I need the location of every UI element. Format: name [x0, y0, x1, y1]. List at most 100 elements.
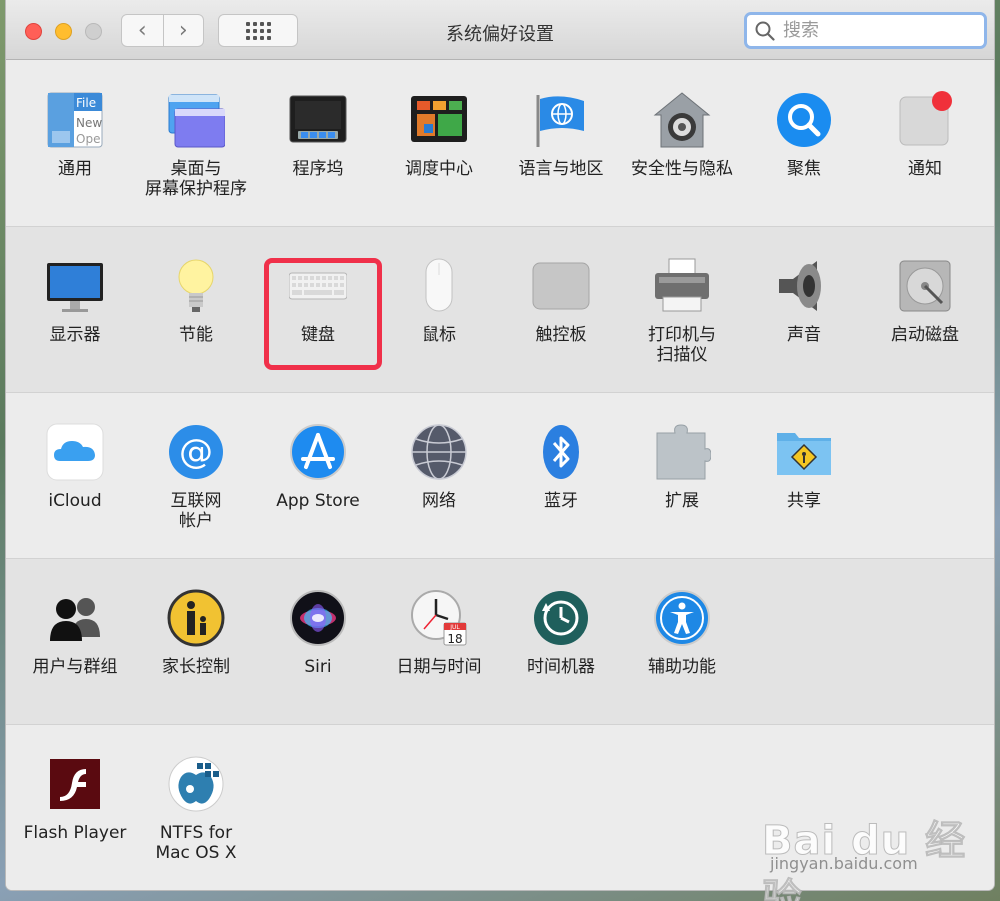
pane-flash-player[interactable]: Flash Player	[15, 755, 135, 843]
lightbulb-icon	[167, 257, 225, 315]
keyboard-highlight-box	[264, 258, 382, 370]
mouse-icon	[410, 257, 468, 315]
pane-label: 语言与地区	[518, 159, 604, 179]
pane-label: 网络	[422, 491, 456, 511]
pane-label: 日期与时间	[396, 657, 482, 677]
pane-sound[interactable]: 声音	[744, 257, 864, 345]
pane-label: 鼠标	[422, 325, 456, 345]
pane-label: 家长控制	[162, 657, 230, 677]
pane-date-time[interactable]: JUL 18 日期与时间	[379, 589, 499, 677]
pane-siri[interactable]: Siri	[258, 589, 378, 677]
baidu-watermark: Bai du 经验 jingyan.baidu.com	[762, 790, 992, 901]
pane-label: 桌面与 屏幕保护程序	[145, 159, 247, 199]
pane-parental-controls[interactable]: 家长控制	[136, 589, 256, 677]
pane-label: 显示器	[49, 325, 101, 345]
flag-globe-icon	[532, 91, 590, 149]
mission-control-icon	[410, 91, 468, 149]
trackpad-icon	[532, 257, 590, 315]
pane-label: 聚焦	[787, 159, 821, 179]
pane-language-region[interactable]: 语言与地区	[501, 91, 621, 179]
hardware-section: 显示器 节能 键盘 鼠标 触控板 打印机与 扫描仪 声音 启动磁盘	[6, 227, 994, 393]
pane-label: 程序坞	[292, 159, 344, 179]
pane-icloud[interactable]: iCloud	[15, 423, 135, 511]
pane-trackpad[interactable]: 触控板	[501, 257, 621, 345]
svg-text:18: 18	[447, 632, 462, 646]
pane-label: 通用	[58, 159, 92, 179]
pane-label: 时间机器	[527, 657, 595, 677]
speaker-icon	[775, 257, 833, 315]
pane-startup-disk[interactable]: 启动磁盘	[865, 257, 985, 345]
pane-label: 节能	[179, 325, 213, 345]
dock-icon	[289, 91, 347, 149]
pane-internet-accounts[interactable]: @ 互联网 帐户	[136, 423, 256, 531]
bluetooth-icon	[532, 423, 590, 481]
pane-sharing[interactable]: 共享	[744, 423, 864, 511]
pane-bluetooth[interactable]: 蓝牙	[501, 423, 621, 511]
pane-spotlight[interactable]: 聚焦	[744, 91, 864, 179]
spotlight-icon	[775, 91, 833, 149]
pane-label: Siri	[304, 657, 332, 677]
pane-dock[interactable]: 程序坞	[258, 91, 378, 179]
pane-network[interactable]: 网络	[379, 423, 499, 511]
pane-label: iCloud	[48, 491, 102, 511]
pane-label: App Store	[276, 491, 360, 511]
ntfs-apple-icon	[167, 755, 225, 813]
users-icon	[46, 589, 104, 647]
pane-displays[interactable]: 显示器	[15, 257, 135, 345]
desktop-screensaver-icon	[167, 91, 225, 149]
svg-text:File: File	[76, 96, 96, 110]
watermark-url: jingyan.baidu.com	[770, 854, 918, 873]
accessibility-icon	[653, 589, 711, 647]
title-bar: ‹ › 系统偏好设置	[6, 0, 994, 60]
flash-player-icon	[46, 755, 104, 813]
pane-accessibility[interactable]: 辅助功能	[622, 589, 742, 677]
pane-label: 互联网 帐户	[170, 491, 222, 531]
sharing-folder-icon	[775, 423, 833, 481]
system-section: 用户与群组 家长控制 Siri JUL 18 日期与时间 时间机器 辅助功能	[6, 559, 994, 725]
pane-label: 安全性与隐私	[631, 159, 733, 179]
pane-security-privacy[interactable]: 安全性与隐私	[622, 91, 742, 179]
personal-section: File New Ope 通用 桌面与 屏幕保护程序 程序坞 调度中心 语言与地…	[6, 61, 994, 227]
pane-mouse[interactable]: 鼠标	[379, 257, 499, 345]
icloud-icon	[46, 423, 104, 481]
notifications-icon	[896, 91, 954, 149]
pane-label: 共享	[787, 491, 821, 511]
pane-ntfs-for-mac[interactable]: NTFS for Mac OS X	[136, 755, 256, 863]
pane-label: 触控板	[535, 325, 587, 345]
puzzle-piece-icon	[653, 423, 711, 481]
svg-text:@: @	[179, 432, 213, 472]
pane-label: 打印机与 扫描仪	[648, 325, 716, 365]
at-sign-icon: @	[167, 423, 225, 481]
pane-extensions[interactable]: 扩展	[622, 423, 742, 511]
svg-text:New: New	[76, 116, 102, 130]
svg-text:JUL: JUL	[449, 624, 460, 631]
pane-notifications[interactable]: 通知	[865, 91, 985, 179]
globe-network-icon	[410, 423, 468, 481]
pane-label: 蓝牙	[544, 491, 578, 511]
display-monitor-icon	[46, 257, 104, 315]
pane-time-machine[interactable]: 时间机器	[501, 589, 621, 677]
pane-general[interactable]: File New Ope 通用	[15, 91, 135, 179]
pane-label: 扩展	[665, 491, 699, 511]
siri-icon	[289, 589, 347, 647]
search-field[interactable]	[744, 12, 987, 49]
parental-controls-icon	[167, 589, 225, 647]
pane-label: NTFS for Mac OS X	[155, 823, 237, 863]
pane-users-groups[interactable]: 用户与群组	[15, 589, 135, 677]
system-preferences-window: ‹ › 系统偏好设置 File New O	[6, 0, 994, 890]
search-input[interactable]	[783, 20, 963, 41]
pane-label: 通知	[908, 159, 942, 179]
general-icon: File New Ope	[46, 91, 104, 149]
pane-label: 声音	[787, 325, 821, 345]
pane-printers-scanners[interactable]: 打印机与 扫描仪	[622, 257, 742, 365]
pane-mission-control[interactable]: 调度中心	[379, 91, 499, 179]
pane-label: 辅助功能	[648, 657, 716, 677]
pane-energy-saver[interactable]: 节能	[136, 257, 256, 345]
pane-app-store[interactable]: App Store	[258, 423, 378, 511]
search-icon	[755, 21, 775, 41]
pane-label: 启动磁盘	[891, 325, 959, 345]
svg-text:Ope: Ope	[76, 132, 100, 146]
pane-desktop-screensaver[interactable]: 桌面与 屏幕保护程序	[136, 91, 256, 199]
app-store-icon	[289, 423, 347, 481]
internet-section: iCloud @ 互联网 帐户 App Store 网络 蓝牙 扩展 共享	[6, 393, 994, 559]
